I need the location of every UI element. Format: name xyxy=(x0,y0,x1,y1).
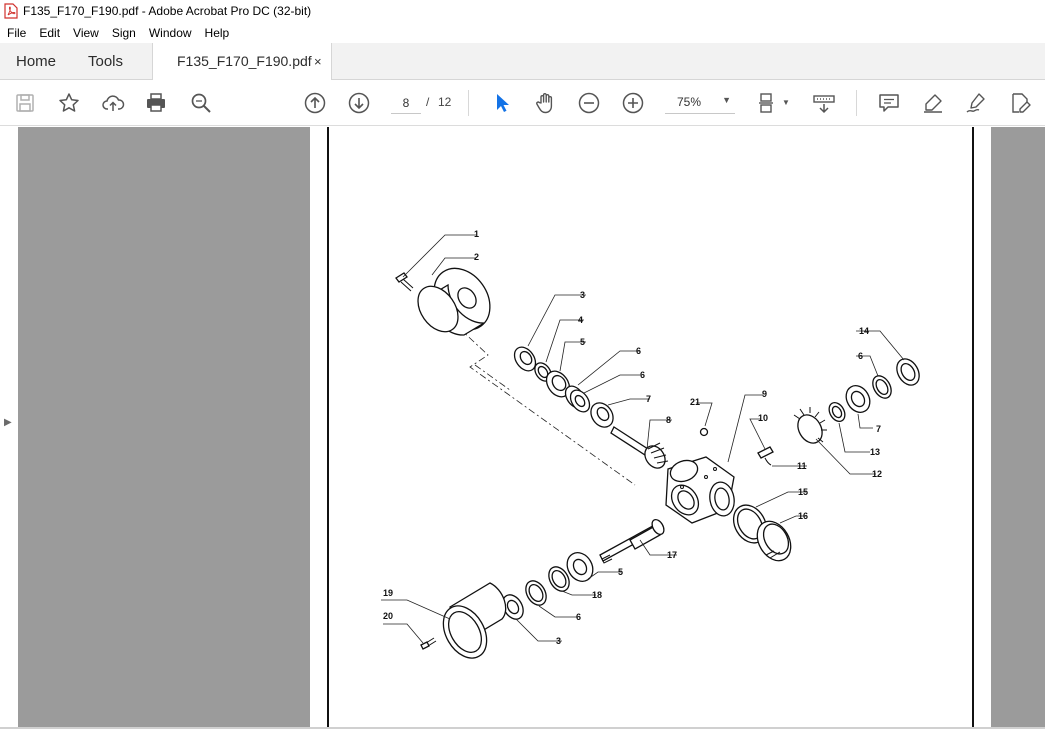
callout-6: 6 xyxy=(636,346,641,356)
menu-file[interactable]: File xyxy=(0,26,32,40)
callout-9: 9 xyxy=(762,389,767,399)
callout-14: 14 xyxy=(859,326,869,336)
zoom-value: 75% xyxy=(677,95,702,109)
callout-7: 7 xyxy=(876,424,881,434)
part-gearbox-housing xyxy=(665,456,735,524)
callout-5: 5 xyxy=(580,337,585,347)
part-lower-cup xyxy=(442,582,507,659)
menu-bar: File Edit View Sign Window Help xyxy=(0,22,1045,43)
callout-21: 21 xyxy=(690,397,700,407)
toolbar-divider xyxy=(856,90,857,116)
tab-home[interactable]: Home xyxy=(16,43,56,80)
callout-6: 6 xyxy=(640,370,645,380)
workspace-background xyxy=(18,127,310,727)
callout-6: 6 xyxy=(576,612,581,622)
hand-icon[interactable] xyxy=(532,90,558,116)
print-icon[interactable] xyxy=(143,90,169,116)
toolbar-divider xyxy=(468,90,469,116)
callout-17: 17 xyxy=(667,550,677,560)
callout-8: 8 xyxy=(666,415,671,425)
tab-document-label: F135_F170_F190.pdf xyxy=(177,53,312,69)
scroll-mode-icon[interactable] xyxy=(811,90,837,116)
zoom-out-icon[interactable] xyxy=(576,90,602,116)
callout-4: 4 xyxy=(578,315,583,325)
expand-pane-icon[interactable]: ▶ xyxy=(4,417,12,428)
exploded-parts-diagram: 1 2 3 4 5 6 6 7 8 9 10 11 12 13 14 6 7 1… xyxy=(381,229,920,659)
callout-7: 7 xyxy=(646,394,651,404)
tab-tools[interactable]: Tools xyxy=(88,43,123,80)
part-lower-bolt xyxy=(420,637,437,650)
part-pinion-shaft xyxy=(610,426,669,469)
highlight-icon[interactable] xyxy=(920,90,946,116)
callout-2: 2 xyxy=(474,252,479,262)
toolbar: / 12 75% ▼ ▼ xyxy=(0,80,1045,126)
callout-11: 11 xyxy=(797,461,807,471)
callout-12: 12 xyxy=(872,469,882,479)
part-key xyxy=(757,446,774,466)
page-separator: / xyxy=(426,95,430,109)
part-bevel-gear xyxy=(793,407,827,444)
zoom-select[interactable]: 75% ▼ xyxy=(665,92,735,114)
chevron-down-icon: ▼ xyxy=(722,95,731,105)
menu-sign[interactable]: Sign xyxy=(105,26,142,40)
part-cup-housing xyxy=(417,267,491,336)
edit-pdf-icon[interactable] xyxy=(1007,90,1033,116)
callout-6: 6 xyxy=(858,351,863,361)
workspace-background xyxy=(991,127,1045,727)
tab-bar: Home Tools F135_F170_F190.pdf × xyxy=(0,43,1045,80)
select-cursor-icon[interactable] xyxy=(489,90,515,116)
callout-15: 15 xyxy=(798,487,808,497)
menu-edit[interactable]: Edit xyxy=(32,26,66,40)
part-thrust-washer xyxy=(828,402,846,422)
save-icon[interactable] xyxy=(12,90,38,116)
menu-help[interactable]: Help xyxy=(198,26,236,40)
callout-1: 1 xyxy=(474,229,479,239)
callout-10: 10 xyxy=(758,413,768,423)
callout-18: 18 xyxy=(592,590,602,600)
menu-view[interactable]: View xyxy=(66,26,105,40)
chevron-down-icon[interactable]: ▼ xyxy=(782,98,790,107)
find-icon[interactable] xyxy=(188,90,214,116)
comment-icon[interactable] xyxy=(876,90,902,116)
part-shim-ring-right xyxy=(872,375,892,399)
part-plug xyxy=(699,427,709,437)
callout-16: 16 xyxy=(798,511,808,521)
pdf-page[interactable]: 1 2 3 4 5 6 6 7 8 9 10 11 12 13 14 6 7 1… xyxy=(310,127,991,727)
part-shim-ring-lower xyxy=(525,580,547,606)
callout-20: 20 xyxy=(383,611,393,621)
page-number-input[interactable] xyxy=(391,92,421,114)
menu-window[interactable]: Window xyxy=(142,26,198,40)
zoom-in-icon[interactable] xyxy=(620,90,646,116)
part-oil-seal xyxy=(896,358,920,386)
sign-icon[interactable] xyxy=(963,90,989,116)
acrobat-pdf-icon xyxy=(4,3,18,19)
part-roller-bearing-right xyxy=(845,385,871,413)
part-output-shaft xyxy=(599,518,665,564)
tab-document[interactable]: F135_F170_F190.pdf × xyxy=(152,43,332,80)
next-page-icon[interactable] xyxy=(346,90,372,116)
close-tab-icon[interactable]: × xyxy=(314,43,322,80)
callout-5: 5 xyxy=(618,567,623,577)
page-total: 12 xyxy=(438,95,452,109)
upload-icon[interactable] xyxy=(100,90,126,116)
page-display-icon[interactable] xyxy=(755,90,781,116)
bookmark-star-icon[interactable] xyxy=(56,90,82,116)
window-title: F135_F170_F190.pdf - Adobe Acrobat Pro D… xyxy=(23,4,312,18)
callout-3: 3 xyxy=(580,290,585,300)
callout-3: 3 xyxy=(556,636,561,646)
callout-13: 13 xyxy=(870,447,880,457)
callout-19: 19 xyxy=(383,588,393,598)
previous-page-icon[interactable] xyxy=(302,90,328,116)
left-pane-strip: ▶ xyxy=(0,127,18,729)
document-workspace: ▶ 1 2 3 4 5 6 6 7 8 9 10 11 12 13 14 6 7… xyxy=(0,127,1045,729)
window-title-bar: F135_F170_F190.pdf - Adobe Acrobat Pro D… xyxy=(0,0,1045,22)
